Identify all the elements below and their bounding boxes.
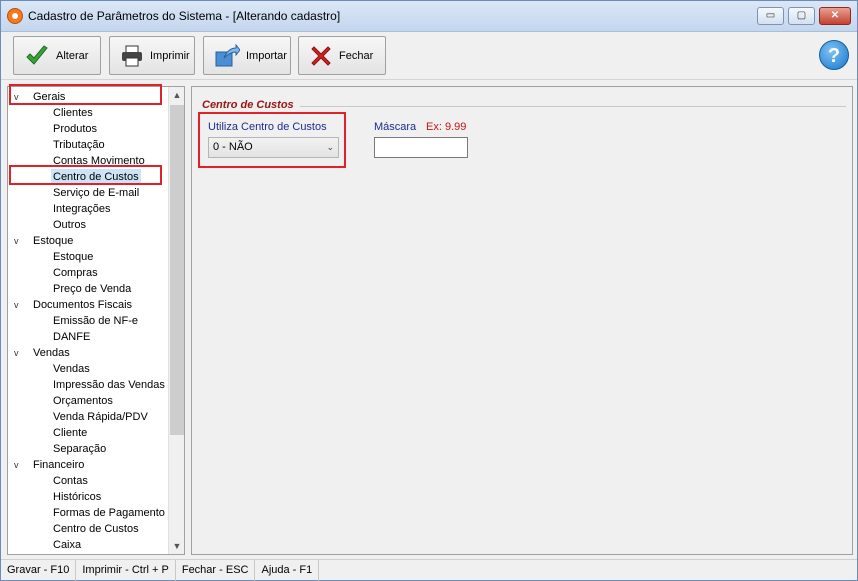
checkmark-icon <box>26 44 48 65</box>
tree-item-label: Orçamentos <box>53 395 113 407</box>
status-fechar: Fechar - ESC <box>176 560 256 581</box>
tree-item-label: Venda Rápida/PDV <box>53 411 148 423</box>
tree-scrollbar[interactable]: ▲ ▼ <box>168 87 184 554</box>
tree-item-label: Estoque <box>53 251 94 263</box>
tree-group-label: Documentos Fiscais <box>33 299 133 311</box>
mascara-label: Máscara <box>374 121 417 133</box>
printer-icon <box>122 45 142 66</box>
tree-item-label: Compras <box>53 267 98 279</box>
title-bar: Cadastro de Parâmetros do Sistema - [Alt… <box>1 1 857 32</box>
app-logo-icon <box>7 8 23 24</box>
tree-item-label: Cliente <box>53 427 88 439</box>
toolbar: Alterar Imprimir Importar Fechar ? <box>1 32 857 80</box>
close-x-icon <box>311 45 331 66</box>
close-window-button[interactable]: ✕ <box>819 7 851 25</box>
tree-item-label: Tributação <box>53 139 105 151</box>
importar-button[interactable]: Importar <box>203 36 291 75</box>
tree-item-label: Serviço de E-mail <box>53 187 140 199</box>
group-title: Centro de Custos <box>202 99 300 111</box>
tree-item-label: Produtos <box>53 123 98 135</box>
alterar-button[interactable]: Alterar <box>13 36 101 75</box>
highlight-utiliza-centro <box>198 112 346 168</box>
status-bar: Gravar - F10 Imprimir - Ctrl + P Fechar … <box>1 559 857 581</box>
status-ajuda: Ajuda - F1 <box>255 560 320 581</box>
highlight-centro-de-custos <box>9 165 162 185</box>
scroll-down-icon[interactable]: ▼ <box>169 538 184 554</box>
imprimir-button[interactable]: Imprimir <box>109 36 195 75</box>
scroll-up-icon[interactable]: ▲ <box>169 87 184 103</box>
import-icon <box>215 43 240 66</box>
tree-item-label: Outros <box>53 219 87 231</box>
tree-item-label: Históricos <box>53 491 102 503</box>
alterar-label: Alterar <box>56 49 89 62</box>
window-title: Cadastro de Parâmetros do Sistema - [Alt… <box>28 9 341 23</box>
chevron-down-icon[interactable]: v <box>14 345 26 361</box>
mascara-input[interactable] <box>374 137 468 158</box>
chevron-down-icon[interactable]: v <box>14 457 26 473</box>
scroll-thumb[interactable] <box>170 105 184 435</box>
tree-item-label: Contas <box>53 475 88 487</box>
chevron-down-icon[interactable]: v <box>14 297 26 313</box>
status-gravar: Gravar - F10 <box>1 560 77 581</box>
tree-item-label: Caixa <box>53 539 82 551</box>
fechar-label: Fechar <box>339 49 374 62</box>
tree-item-label: Centro de Custos <box>53 523 139 535</box>
imprimir-label: Imprimir <box>150 49 190 62</box>
tree-group-label: Financeiro <box>33 459 85 471</box>
importar-label: Importar <box>246 49 287 62</box>
tree-item-label: Formas de Pagamento <box>53 507 165 519</box>
tree-group-label: Vendas <box>33 347 70 359</box>
maximize-icon: ▢ <box>796 10 807 21</box>
tree-item-label: Clientes <box>53 107 93 119</box>
fechar-button[interactable]: Fechar <box>298 36 386 75</box>
minimize-button[interactable]: ▭ <box>757 7 784 25</box>
close-icon: ✕ <box>830 10 840 21</box>
mascara-example: Ex: 9.99 <box>426 121 467 133</box>
highlight-gerais <box>9 84 162 105</box>
tree-item-label: Separação <box>53 443 107 455</box>
tree-item-label: DANFE <box>53 331 91 343</box>
parameters-tree: v Gerais Clientes Produtos Tributação Contas … <box>7 86 185 555</box>
tree-item-label: Impressão das Vendas <box>53 379 165 391</box>
tree-item-label: Preço de Venda <box>53 283 132 295</box>
tree-group-label: Estoque <box>33 235 74 247</box>
tree-item-label: Emissão de NF-e <box>53 315 138 327</box>
maximize-button[interactable]: ▢ <box>788 7 815 25</box>
main-window: Cadastro de Parâmetros do Sistema - [Alt… <box>0 0 858 581</box>
chevron-down-icon[interactable]: v <box>14 233 26 249</box>
tree-item-label: Vendas <box>53 363 90 375</box>
help-icon[interactable]: ? <box>819 40 849 70</box>
minimize-icon: ▭ <box>765 10 776 21</box>
status-imprimir: Imprimir - Ctrl + P <box>76 560 176 581</box>
tree-item-label: Integrações <box>53 203 111 215</box>
